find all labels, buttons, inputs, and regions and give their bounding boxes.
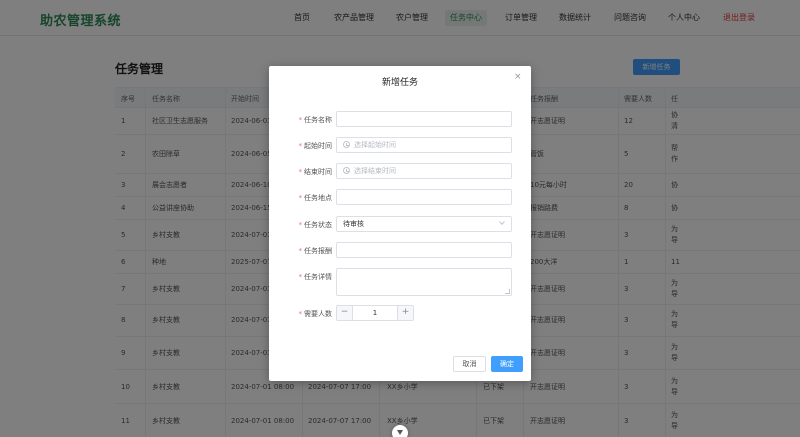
start-time-picker[interactable]: 选择起始时间 <box>336 137 512 153</box>
end-time-picker[interactable]: 选择结束时间 <box>336 163 512 179</box>
decrement-button[interactable]: − <box>337 306 353 320</box>
field-label-place: * 任务地点 <box>298 194 333 202</box>
resize-handle-icon[interactable] <box>505 289 510 294</box>
close-icon[interactable]: × <box>514 72 522 82</box>
task-reward-input[interactable] <box>336 242 512 258</box>
task-name-input[interactable] <box>336 111 512 127</box>
chevron-down-icon <box>499 219 505 225</box>
task-detail-textarea[interactable] <box>336 268 512 296</box>
people-value[interactable]: 1 <box>353 306 397 320</box>
clock-icon <box>343 167 350 174</box>
clock-icon <box>343 141 350 148</box>
field-label-detail: * 任务详情 <box>298 273 333 281</box>
field-label-people: * 需要人数 <box>298 310 333 318</box>
task-status-select[interactable]: 待审核 <box>336 216 512 232</box>
dialog-title: 新增任务 <box>381 78 418 88</box>
task-place-input[interactable] <box>336 189 512 205</box>
scroll-top-icon[interactable] <box>392 425 408 437</box>
people-stepper: − 1 + <box>336 305 414 321</box>
field-label-reward: * 任务报酬 <box>298 247 333 255</box>
increment-button[interactable]: + <box>397 306 413 320</box>
new-task-dialog: 新增任务 × * 任务名称 * 起始时间 选择起始时间 * 结束时间 选择结束时间 *… <box>269 66 531 381</box>
field-label-end: * 结束时间 <box>298 168 333 176</box>
confirm-button[interactable]: 确定 <box>491 356 523 372</box>
field-label-name: * 任务名称 <box>298 116 333 124</box>
cancel-button[interactable]: 取消 <box>453 356 486 372</box>
field-label-status: * 任务状态 <box>298 221 333 229</box>
field-label-start: * 起始时间 <box>298 142 333 150</box>
